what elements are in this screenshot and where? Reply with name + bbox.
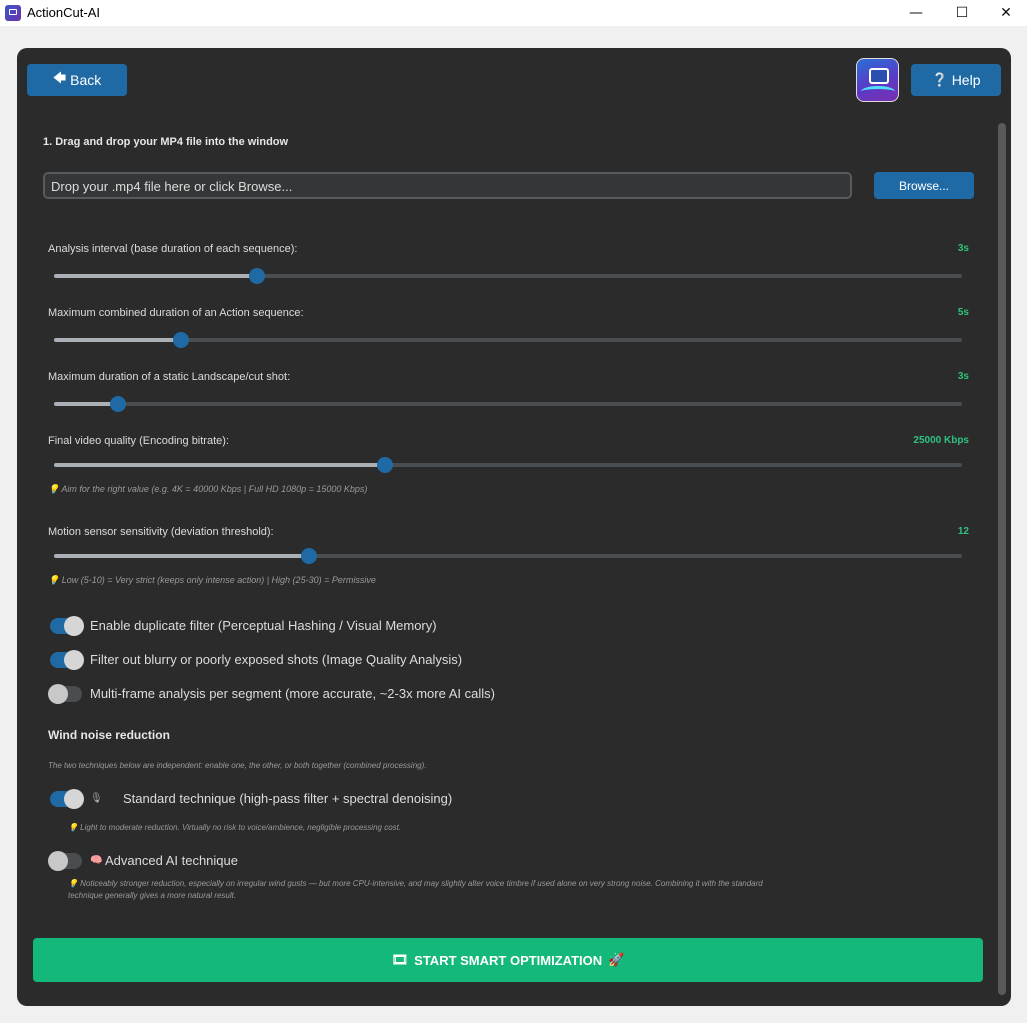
film-icon: 🎞 xyxy=(391,952,409,967)
maximize-button[interactable]: ☐ xyxy=(940,0,984,26)
toggle-knob xyxy=(64,616,84,636)
standard-technique-toggle[interactable] xyxy=(50,789,84,809)
help-button[interactable]: ❔ Help xyxy=(911,64,1001,96)
file-drop-input[interactable]: Drop your .mp4 file here or click Browse… xyxy=(43,172,852,199)
question-icon: ❔ xyxy=(931,72,948,87)
blurry-filter-label: Filter out blurry or poorly exposed shot… xyxy=(90,652,463,667)
multiframe-label: Multi-frame analysis per segment (more a… xyxy=(90,686,495,701)
advanced-ai-hint-line1: 💡 Noticeably stronger reduction, especia… xyxy=(68,879,763,888)
advanced-ai-label: Advanced AI technique xyxy=(105,853,238,868)
duplicate-filter-toggle[interactable] xyxy=(50,616,84,636)
static-value: 3s xyxy=(957,371,969,382)
interval-value: 3s xyxy=(957,243,969,254)
app-logo xyxy=(856,58,899,102)
bitrate-label: Final video quality (Encoding bitrate): xyxy=(48,435,229,447)
slider-fill xyxy=(54,463,385,467)
brain-icon: 🧠 xyxy=(90,855,103,866)
interval-slider[interactable] xyxy=(54,268,962,284)
start-optimization-button[interactable]: 🎞 START SMART OPTIMIZATION 🚀 xyxy=(33,938,983,982)
slider-knob[interactable] xyxy=(376,457,393,473)
arrow-left-icon: 🡄 xyxy=(52,70,67,85)
toggle-knob xyxy=(64,789,84,809)
wind-subtitle: The two techniques below are independent… xyxy=(48,761,427,770)
toggle-knob xyxy=(64,650,84,670)
help-label: Help xyxy=(951,72,981,88)
screen-icon xyxy=(869,68,889,84)
advanced-ai-hint-line2: technique generally gives a more natural… xyxy=(68,891,237,900)
slider-knob[interactable] xyxy=(249,268,266,284)
slider-fill xyxy=(54,338,182,342)
microphone-icon: 🎙 xyxy=(90,793,103,804)
interval-label: Analysis interval (base duration of each… xyxy=(48,243,298,255)
slider-fill xyxy=(54,554,310,558)
static-label: Maximum duration of a static Landscape/c… xyxy=(48,371,291,383)
motion-hint: 💡 Low (5-10) = Very strict (keeps only i… xyxy=(48,575,376,585)
minimize-button[interactable]: — xyxy=(894,0,938,26)
toggle-knob xyxy=(48,851,68,871)
standard-technique-label: Standard technique (high-pass filter + s… xyxy=(123,791,453,806)
window-title: ActionCut-AI xyxy=(27,5,100,20)
start-label: START SMART OPTIMIZATION xyxy=(414,952,603,968)
advanced-ai-toggle[interactable] xyxy=(48,851,82,871)
back-button[interactable]: 🡄 Back xyxy=(27,64,127,96)
slider-fill xyxy=(54,402,118,406)
blurry-filter-toggle[interactable] xyxy=(50,650,84,670)
rocket-icon: 🚀 xyxy=(608,952,625,967)
bitrate-slider[interactable] xyxy=(54,457,962,473)
toggle-knob xyxy=(48,684,68,704)
bitrate-value: 25000 Kbps xyxy=(913,435,969,446)
slider-knob[interactable] xyxy=(109,396,126,412)
slider-fill xyxy=(54,274,258,278)
motion-slider[interactable] xyxy=(54,548,962,564)
duplicate-filter-label: Enable duplicate filter (Perceptual Hash… xyxy=(90,618,437,633)
browse-button[interactable]: Browse... xyxy=(874,172,974,199)
motion-value: 12 xyxy=(957,526,969,537)
action-value: 5s xyxy=(957,307,969,318)
bitrate-hint: 💡 Aim for the right value (e.g. 4K = 400… xyxy=(48,484,368,494)
motion-label: Motion sensor sensitivity (deviation thr… xyxy=(48,526,274,538)
wave-icon xyxy=(861,86,895,97)
slider-knob[interactable] xyxy=(301,548,318,564)
app-logo-icon xyxy=(5,5,21,21)
static-slider[interactable] xyxy=(54,396,962,412)
action-slider[interactable] xyxy=(54,332,962,348)
slider-knob[interactable] xyxy=(173,332,190,348)
back-label: Back xyxy=(70,72,102,88)
multiframe-toggle[interactable] xyxy=(48,684,82,704)
main-panel: 🡄 Back ❔ Help 1. Drag and drop your MP4 … xyxy=(17,48,1011,1006)
close-button[interactable]: ✕ xyxy=(984,0,1027,26)
wind-title: Wind noise reduction xyxy=(48,728,170,742)
step1-title: 1. Drag and drop your MP4 file into the … xyxy=(43,136,289,148)
title-bar: ActionCut-AI — ☐ ✕ xyxy=(0,0,1027,26)
standard-technique-hint: 💡 Light to moderate reduction. Virtually… xyxy=(68,823,402,832)
scrollbar[interactable] xyxy=(998,123,1006,995)
action-label: Maximum combined duration of an Action s… xyxy=(48,307,304,319)
